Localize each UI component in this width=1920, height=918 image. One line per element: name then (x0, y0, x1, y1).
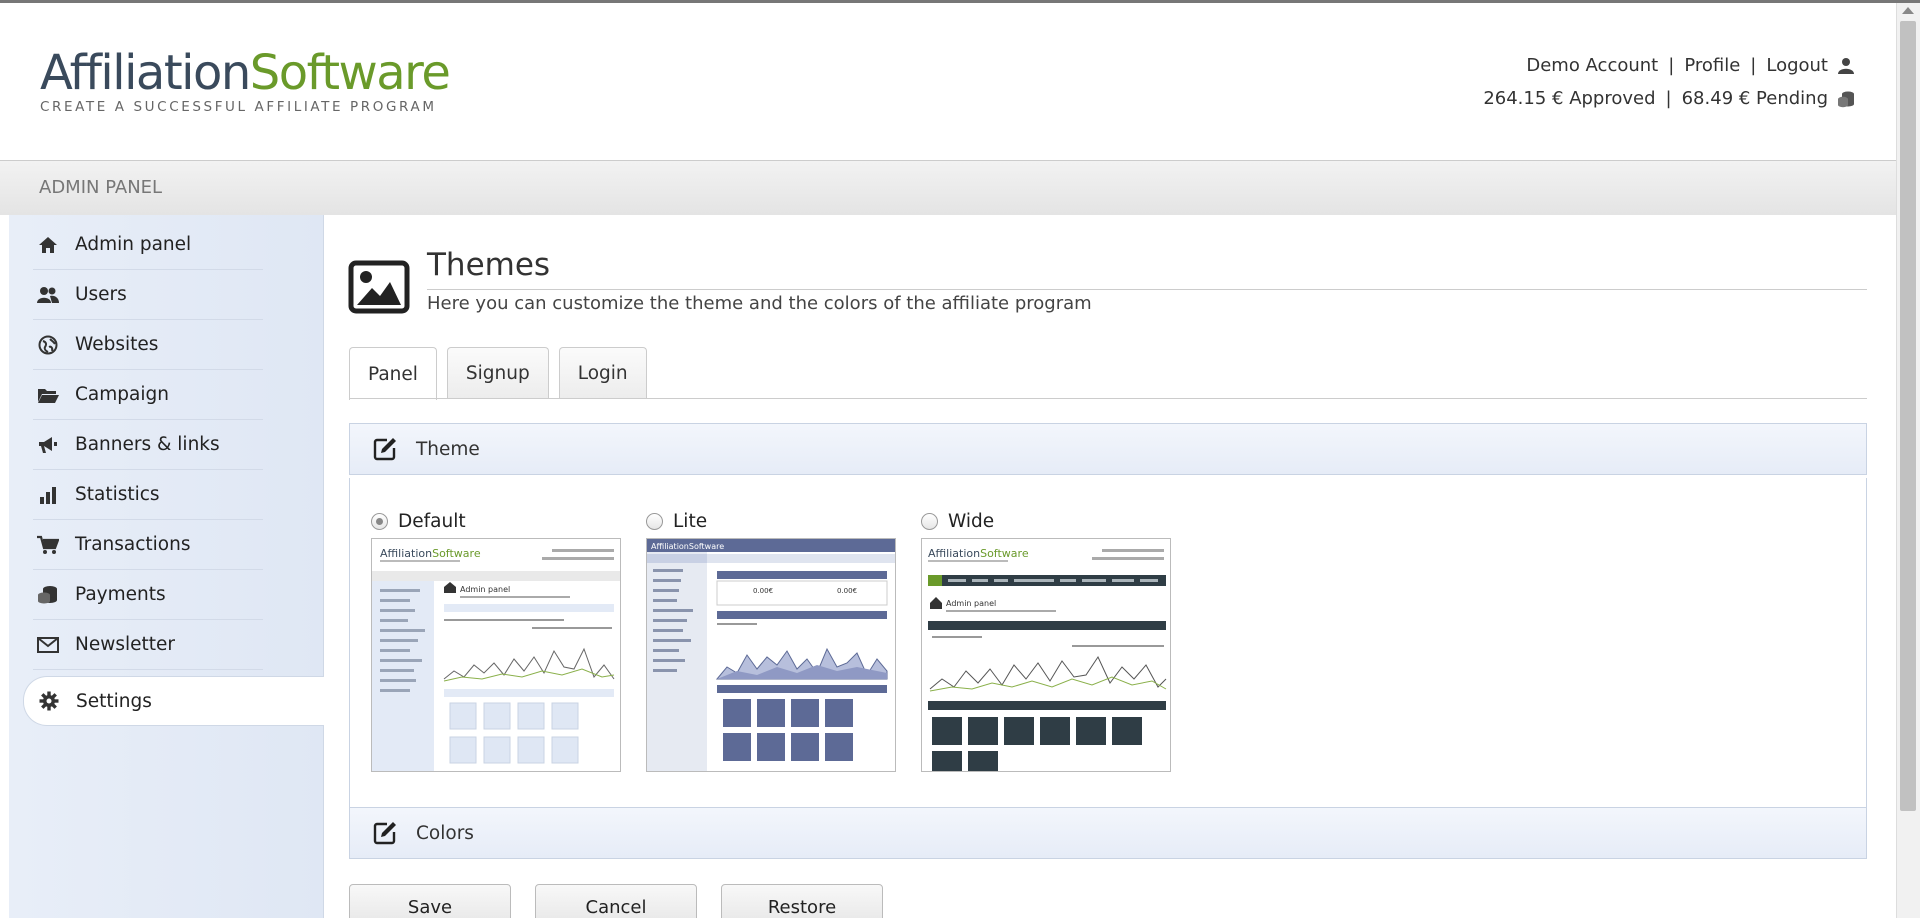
logo[interactable]: AffiliationSoftware CREATE A SUCCESSFUL … (40, 45, 451, 115)
theme-option-lite[interactable]: Lite AffiliationSoftware 0.00€ 0.00€ (646, 510, 896, 772)
coins-icon (37, 584, 59, 606)
sidebar-item-label: Settings (76, 690, 152, 712)
tab-login[interactable]: Login (558, 347, 647, 399)
sidebar-item-users[interactable]: Users (33, 270, 263, 320)
theme-name: Wide (948, 510, 995, 532)
gear-icon (38, 690, 60, 712)
svg-text:Admin panel: Admin panel (946, 599, 996, 608)
account-name[interactable]: Demo Account (1526, 49, 1658, 82)
admin-panel-bar: ADMIN PANEL (0, 160, 1896, 215)
theme-section-header[interactable]: Theme (349, 423, 1867, 475)
home-icon (37, 234, 59, 256)
theme-option-default[interactable]: Default AffiliationSoftware Admin panel (371, 510, 621, 772)
tab-bar: Panel Signup Login (349, 347, 647, 400)
svg-text:AffiliationSoftware: AffiliationSoftware (928, 547, 1029, 560)
svg-text:0.00€: 0.00€ (837, 587, 857, 595)
main-content: Themes Here you can customize the theme … (324, 215, 1890, 918)
scroll-up-arrow-icon[interactable] (1902, 7, 1914, 14)
colors-section-header[interactable]: Colors (349, 807, 1867, 859)
sidebar-item-label: Payments (75, 584, 166, 605)
separator: | (1665, 88, 1672, 109)
sidebar-item-banners-links[interactable]: Banners & links (33, 420, 263, 470)
sidebar-item-newsletter[interactable]: Newsletter (33, 620, 263, 670)
theme-preview-default[interactable]: AffiliationSoftware Admin panel (371, 538, 621, 772)
scrollbar-thumb[interactable] (1900, 21, 1916, 811)
svg-text:AffiliationSoftware: AffiliationSoftware (651, 542, 724, 551)
sidebar-item-transactions[interactable]: Transactions (33, 520, 263, 570)
bar-chart-icon (37, 484, 59, 506)
separator: | (1668, 55, 1675, 76)
page-title: Themes (427, 247, 551, 283)
logo-tagline: CREATE A SUCCESSFUL AFFILIATE PROGRAM (40, 99, 437, 115)
coins-icon (1834, 89, 1858, 109)
megaphone-icon (37, 434, 59, 456)
cart-icon (37, 534, 59, 556)
sidebar-item-label: Banners & links (75, 434, 220, 455)
sidebar-item-payments[interactable]: Payments (33, 570, 263, 620)
logo-text-software: Software (249, 45, 451, 101)
mail-icon (37, 634, 59, 656)
theme-radio-lite[interactable] (646, 512, 663, 530)
theme-section-body: Default AffiliationSoftware Admin panel (349, 478, 1867, 808)
sidebar-item-label: Users (75, 284, 127, 305)
site-header: AffiliationSoftware CREATE A SUCCESSFUL … (0, 3, 1896, 160)
svg-text:Admin panel: Admin panel (460, 585, 510, 594)
sidebar-item-admin-panel[interactable]: Admin panel (33, 220, 263, 270)
sidebar-item-label: Admin panel (75, 234, 192, 255)
sidebar-item-campaign[interactable]: Campaign (33, 370, 263, 420)
tab-signup[interactable]: Signup (446, 347, 549, 399)
separator: | (1750, 55, 1757, 76)
colors-section-title: Colors (416, 822, 474, 844)
tabs-divider (349, 398, 1867, 399)
cancel-button[interactable]: Cancel (535, 884, 697, 918)
sidebar-item-label: Statistics (75, 484, 160, 505)
restore-button[interactable]: Restore (721, 884, 883, 918)
theme-radio-wide[interactable] (921, 512, 938, 530)
globe-icon (37, 334, 59, 356)
theme-radio-default[interactable] (371, 512, 388, 530)
title-divider (427, 289, 1867, 290)
theme-name: Lite (673, 510, 708, 532)
user-icon (1834, 56, 1858, 76)
pending-amount: 68.49 € Pending (1681, 88, 1828, 109)
page-subtitle: Here you can customize the theme and the… (427, 293, 1092, 314)
theme-preview-lite[interactable]: AffiliationSoftware 0.00€ 0.00€ (646, 538, 896, 772)
theme-preview-wide[interactable]: AffiliationSoftware Admin panel (921, 538, 1171, 772)
profile-link[interactable]: Profile (1684, 49, 1740, 82)
folder-icon (37, 384, 59, 406)
edit-icon (372, 436, 398, 462)
sidebar-item-label: Websites (75, 334, 159, 355)
sidebar-item-websites[interactable]: Websites (33, 320, 263, 370)
sidebar-item-label: Newsletter (75, 634, 176, 655)
sidebar-item-label: Campaign (75, 384, 169, 405)
image-icon (348, 260, 410, 314)
sidebar-item-statistics[interactable]: Statistics (33, 470, 263, 520)
tab-panel[interactable]: Panel (349, 347, 437, 400)
users-icon (37, 284, 59, 306)
save-button[interactable]: Save (349, 884, 511, 918)
sidebar: Admin panel Users Websites Campaign Bann… (9, 215, 324, 918)
svg-text:AffiliationSoftware: AffiliationSoftware (380, 547, 481, 560)
theme-name: Default (398, 510, 466, 532)
sidebar-item-settings[interactable]: Settings (23, 676, 324, 726)
logo-text-affiliation: Affiliation (40, 45, 251, 101)
theme-option-wide[interactable]: Wide AffiliationSoftware Admin panel (921, 510, 1171, 772)
approved-amount: 264.15 € Approved (1483, 88, 1656, 109)
svg-text:0.00€: 0.00€ (753, 587, 773, 595)
admin-panel-label: ADMIN PANEL (39, 177, 163, 198)
theme-section-title: Theme (416, 438, 480, 460)
edit-icon (372, 820, 398, 846)
sidebar-item-label: Transactions (75, 534, 191, 555)
page-scrollbar[interactable] (1896, 3, 1920, 918)
logout-link[interactable]: Logout (1766, 49, 1828, 82)
account-box: Demo Account | Profile | Logout 264.15 €… (1483, 49, 1858, 115)
